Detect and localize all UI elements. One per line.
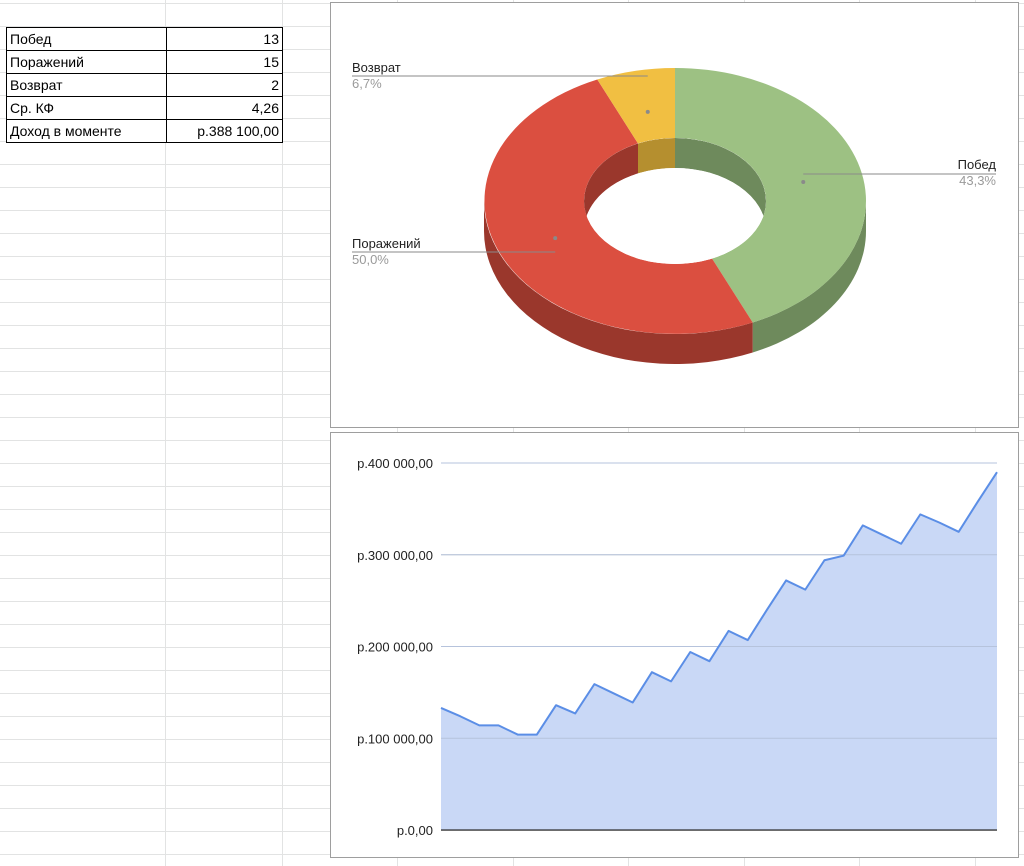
y-tick-label: р.400 000,00 [357, 456, 433, 471]
stats-label-cell[interactable]: Доход в моменте [6, 119, 167, 143]
slice-label-dot [553, 236, 558, 241]
slice-label: Побед [958, 157, 997, 172]
slice-label-dot [801, 180, 806, 185]
donut-chart: Побед43,3% Поражений50,0% Возврат6,7% [352, 60, 997, 364]
stats-row: Побед 13 [6, 27, 283, 51]
slice-label: Поражений [352, 236, 421, 251]
slice-percent-label: 6,7% [352, 76, 382, 91]
slice-label-dot [645, 109, 650, 114]
y-tick-label: р.200 000,00 [357, 640, 433, 655]
stats-label-cell[interactable]: Побед [6, 27, 167, 51]
stats-value-cell[interactable]: р.388 100,00 [166, 119, 283, 143]
y-tick-label: р.0,00 [397, 823, 433, 838]
slice-label: Возврат [352, 60, 401, 75]
y-tick-label: р.300 000,00 [357, 548, 433, 563]
donut-chart-container[interactable]: Побед 43,3% Поражений 50,0% Возврат 6,7% [330, 2, 1019, 428]
stats-value-cell[interactable]: 2 [166, 73, 283, 97]
stats-table: Побед 13 Поражений 15 Возврат 2 Ср. КФ 4,26 Дохо… [6, 27, 283, 143]
stats-row: Ср. КФ 4,26 [6, 96, 283, 120]
stats-label-cell[interactable]: Ср. КФ [6, 96, 167, 120]
stats-row: Доход в моменте р.388 100,00 [6, 119, 283, 143]
stats-row: Возврат 2 [6, 73, 283, 97]
y-tick-label: р.100 000,00 [357, 731, 433, 746]
stats-value-cell[interactable]: 13 [166, 27, 283, 51]
stats-label-cell[interactable]: Поражений [6, 50, 167, 74]
area-chart: р.0,00 р.100 000,00 р.200 000,00 р.300 000,… [357, 456, 998, 838]
stats-value-cell[interactable]: 15 [166, 50, 283, 74]
area-chart-container[interactable]: р.0,00 р.100 000,00 р.200 000,00 р.300 000,… [330, 432, 1019, 858]
stats-label-cell[interactable]: Возврат [6, 73, 167, 97]
stats-value-cell[interactable]: 4,26 [166, 96, 283, 120]
stats-table-body: Побед 13 Поражений 15 Возврат 2 Ср. КФ 4,26 Дохо… [6, 27, 283, 143]
stats-row: Поражений 15 [6, 50, 283, 74]
slice-percent-label: 43,3% [959, 173, 996, 188]
slice-percent-label: 50,0% [352, 252, 389, 267]
